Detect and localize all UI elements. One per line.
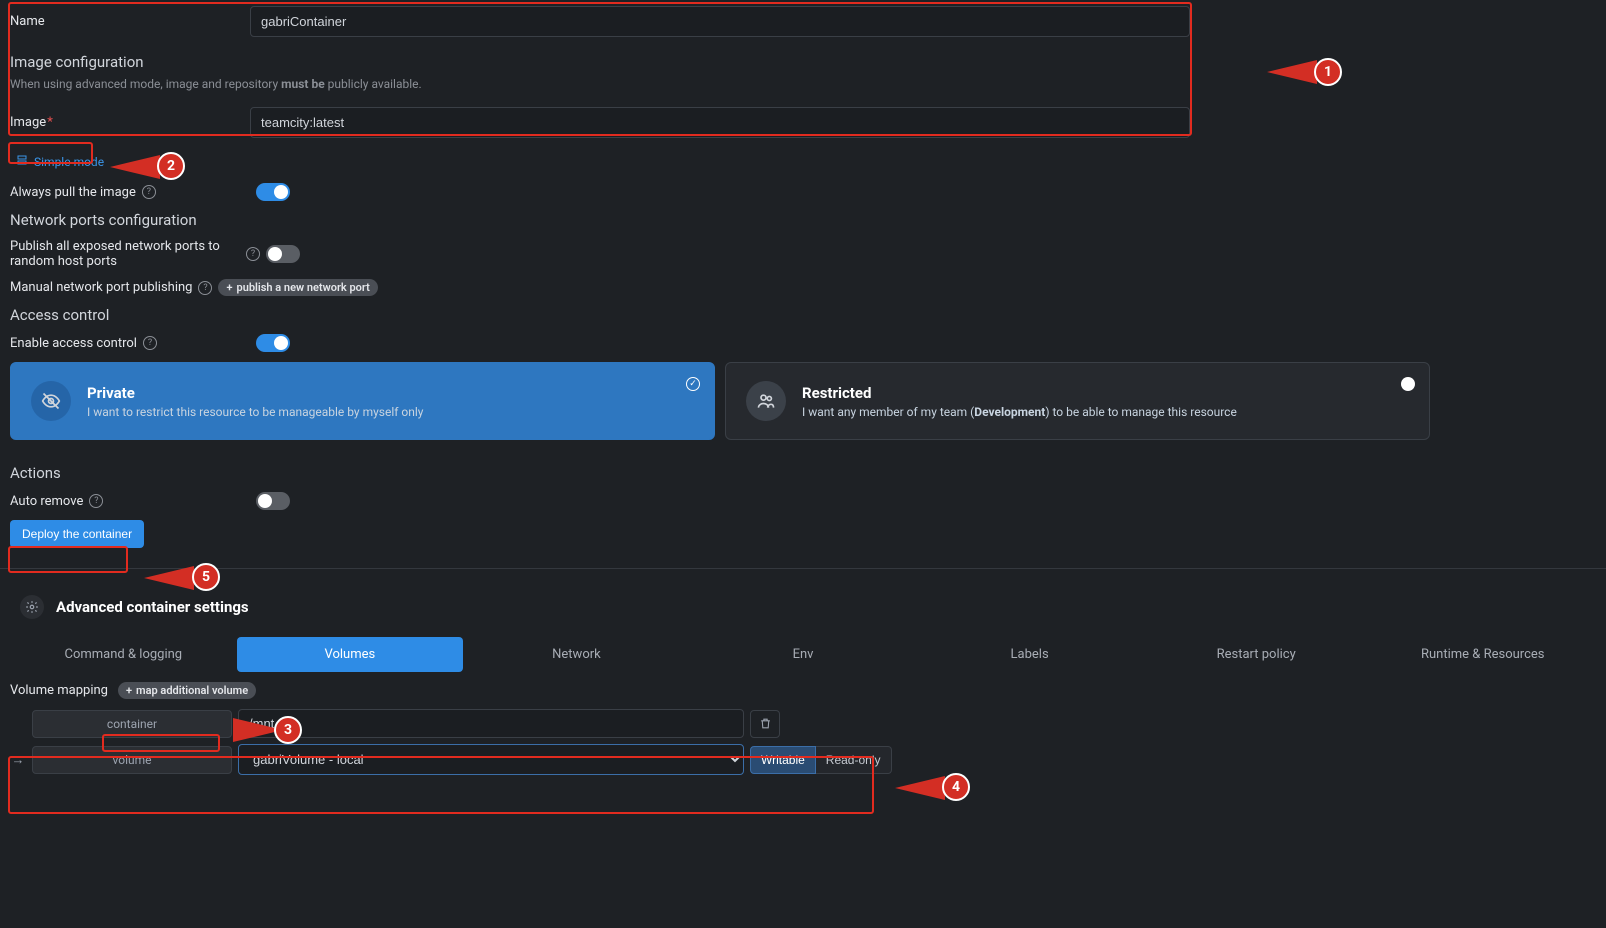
tab-env[interactable]: Env	[690, 637, 917, 672]
users-icon	[746, 381, 786, 421]
access-card-restricted[interactable]: Restricted I want any member of my team …	[725, 362, 1430, 440]
help-icon[interactable]: ?	[143, 336, 157, 350]
help-icon[interactable]: ?	[198, 281, 212, 295]
container-path-input[interactable]	[238, 709, 744, 738]
arrow-right-icon: →	[10, 752, 26, 768]
network-title: Network ports configuration	[10, 211, 1596, 229]
publish-all-label: Publish all exposed network ports to ran…	[10, 239, 240, 269]
simple-mode-link[interactable]: Simple mode	[10, 150, 110, 173]
delete-mapping-button[interactable]	[750, 710, 780, 738]
tab-runtime-resources[interactable]: Runtime & Resources	[1369, 637, 1596, 672]
private-desc: I want to restrict this resource to be m…	[87, 405, 423, 419]
image-config-desc: When using advanced mode, image and repo…	[10, 77, 1596, 91]
auto-remove-label: Auto remove	[10, 494, 83, 509]
image-label: Image	[10, 115, 250, 130]
radio-indicator	[1401, 377, 1415, 391]
access-card-private[interactable]: Private I want to restrict this resource…	[10, 362, 715, 440]
help-icon[interactable]: ?	[89, 494, 103, 508]
volume-segment: volume	[32, 746, 232, 774]
advanced-settings-title: Advanced container settings	[56, 598, 249, 616]
name-label: Name	[10, 14, 250, 29]
access-control-title: Access control	[10, 306, 1596, 324]
private-title: Private	[87, 384, 423, 402]
name-input[interactable]	[250, 6, 1190, 37]
actions-title: Actions	[10, 464, 1596, 482]
checkmark-icon	[686, 377, 700, 391]
publish-all-toggle[interactable]	[266, 245, 300, 263]
auto-remove-toggle[interactable]	[256, 492, 290, 510]
deploy-button[interactable]: Deploy the container	[10, 520, 144, 548]
restricted-desc: I want any member of my team (Developmen…	[802, 405, 1237, 419]
layers-icon	[16, 154, 28, 169]
tab-volumes[interactable]: Volumes	[237, 637, 464, 672]
always-pull-toggle[interactable]	[256, 183, 290, 201]
tab-network[interactable]: Network	[463, 637, 690, 672]
image-config-title: Image configuration	[10, 53, 1596, 71]
image-input[interactable]	[250, 107, 1190, 138]
manual-publish-label: Manual network port publishing	[10, 280, 192, 295]
publish-port-button[interactable]: + publish a new network port	[218, 279, 377, 296]
map-volume-button[interactable]: + map additional volume	[118, 682, 256, 699]
tab-command-logging[interactable]: Command & logging	[10, 637, 237, 672]
writable-button[interactable]: Writable	[750, 746, 816, 774]
gear-icon	[20, 595, 44, 619]
tab-restart-policy[interactable]: Restart policy	[1143, 637, 1370, 672]
plus-icon: +	[126, 684, 132, 697]
trash-icon	[759, 717, 772, 730]
plus-icon: +	[226, 281, 232, 294]
help-icon[interactable]: ?	[246, 247, 260, 261]
volume-select[interactable]: gabriVolume - local	[238, 744, 744, 775]
help-icon[interactable]: ?	[142, 185, 156, 199]
restricted-title: Restricted	[802, 384, 1237, 402]
enable-access-toggle[interactable]	[256, 334, 290, 352]
volume-mapping-label: Volume mapping	[10, 683, 108, 698]
enable-access-label: Enable access control	[10, 336, 137, 351]
always-pull-label: Always pull the image	[10, 185, 136, 200]
tab-labels[interactable]: Labels	[916, 637, 1143, 672]
container-segment: container	[32, 710, 232, 738]
callout-4: 4	[942, 773, 970, 801]
eye-off-icon	[31, 381, 71, 421]
readonly-button[interactable]: Read-only	[816, 746, 892, 774]
